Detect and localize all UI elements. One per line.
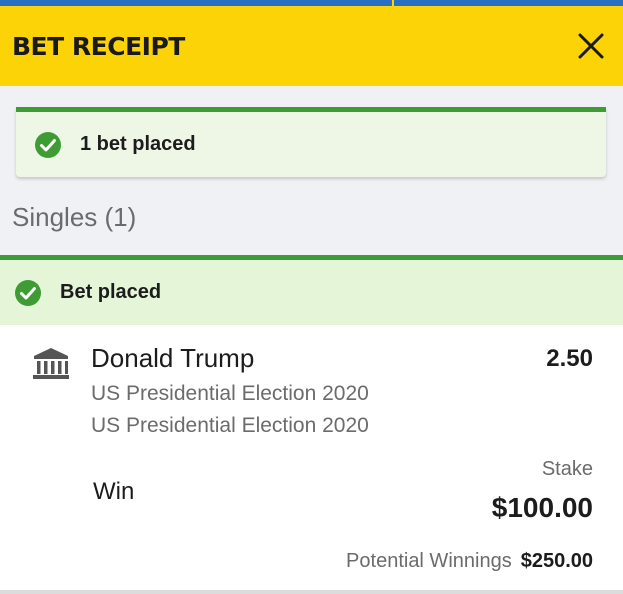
section-title-singles: Singles (1) bbox=[12, 202, 137, 232]
summary-text: 1 bet placed bbox=[80, 133, 196, 155]
potential-winnings-value: $250.00 bbox=[520, 550, 593, 572]
stake-value: $100.00 bbox=[491, 492, 593, 523]
stake-label: Stake bbox=[541, 458, 593, 480]
close-button[interactable] bbox=[573, 28, 609, 64]
close-icon bbox=[578, 33, 604, 59]
bet-type: Win bbox=[93, 478, 135, 505]
bank-building-icon bbox=[33, 348, 69, 379]
potential-winnings-label: Potential Winnings bbox=[346, 550, 512, 572]
odds-value: 2.50 bbox=[546, 345, 593, 372]
bet-status-banner: Bet placed bbox=[0, 255, 623, 325]
header-title: BET RECEIPT bbox=[12, 31, 185, 61]
check-circle-icon bbox=[15, 279, 41, 306]
potential-winnings: Potential Winnings $250.00 bbox=[346, 550, 593, 573]
bets-placed-summary: 1 bet placed bbox=[16, 107, 606, 177]
bet-status-text: Bet placed bbox=[60, 281, 162, 303]
selection-name: Donald Trump bbox=[91, 343, 255, 373]
event-name: US Presidential Election 2020 bbox=[91, 382, 369, 405]
bet-receipt-header: BET RECEIPT bbox=[0, 6, 623, 86]
market-name: US Presidential Election 2020 bbox=[91, 414, 369, 437]
check-circle-icon bbox=[35, 131, 61, 158]
bet-card: Donald Trump 2.50 US Presidential Electi… bbox=[0, 325, 623, 591]
divider bbox=[0, 590, 623, 594]
